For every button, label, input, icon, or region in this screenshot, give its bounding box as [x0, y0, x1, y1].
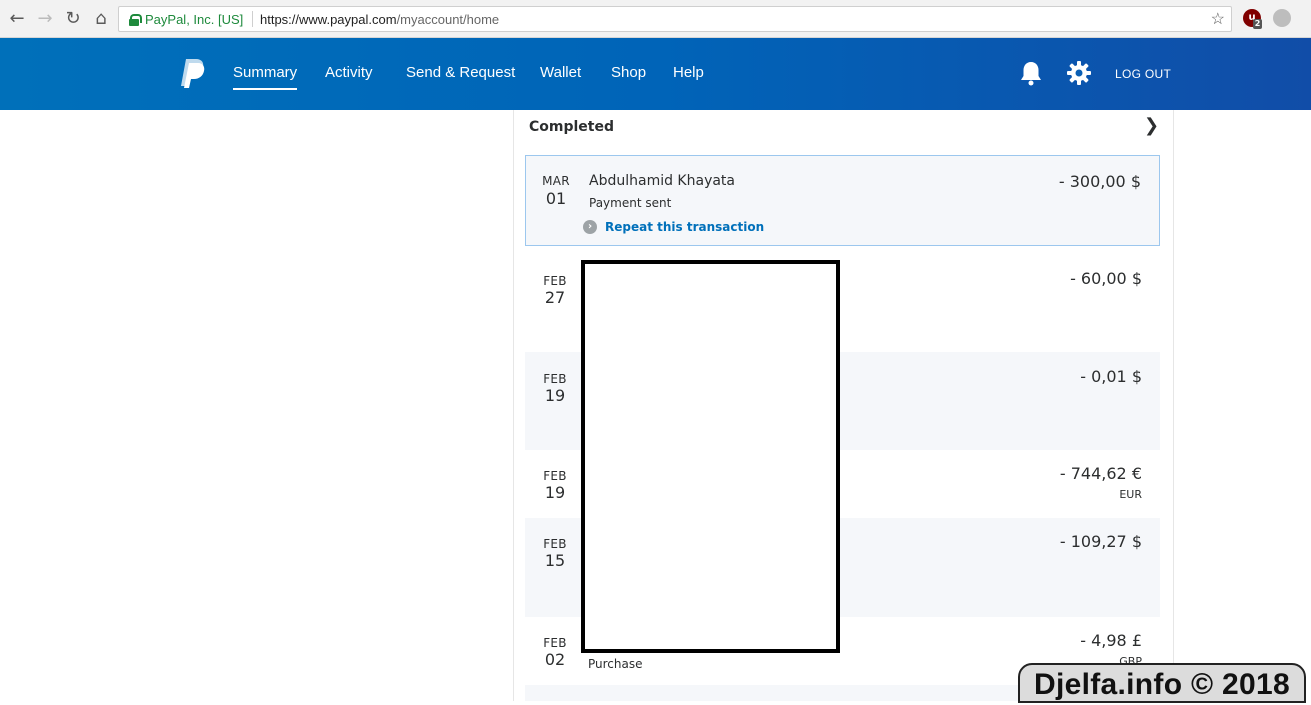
tx-month: FEB	[543, 372, 567, 386]
redaction-box	[581, 260, 840, 653]
repeat-transaction-label: Repeat this transaction	[605, 220, 765, 234]
nav-activity[interactable]: Activity	[325, 64, 373, 81]
repeat-transaction-link[interactable]: › Repeat this transaction	[583, 220, 764, 234]
tx-day: 15	[544, 551, 566, 570]
chevron-right-icon[interactable]: ❯	[1144, 115, 1159, 136]
browser-toolbar: ← → ↻ ⌂ PayPal, Inc. [US] https://www.pa…	[0, 0, 1311, 38]
tx-day: 02	[544, 650, 566, 669]
logout-link[interactable]: LOG OUT	[1115, 67, 1171, 81]
lock-icon	[129, 13, 142, 26]
ublock-extension-icon[interactable]: u2	[1243, 9, 1262, 29]
bookmark-star-icon[interactable]: ☆	[1211, 9, 1225, 29]
tx-month: FEB	[543, 537, 567, 551]
nav-wallet[interactable]: Wallet	[540, 64, 581, 81]
tx-name: Abdulhamid Khayata	[589, 173, 735, 189]
tx-amount: - 60,00 $	[1070, 269, 1142, 288]
extension-badge: 2	[1253, 19, 1262, 29]
paypal-logo-icon[interactable]	[178, 57, 206, 89]
nav-send-request[interactable]: Send & Request	[406, 64, 515, 81]
settings-gear-icon[interactable]	[1066, 60, 1092, 86]
main-content: Completed ❯ MAR 01 Abdulhamid Khayata Pa…	[0, 110, 1311, 701]
url-host: https://www.paypal.com	[260, 12, 397, 27]
reload-icon[interactable]: ↻	[62, 8, 84, 30]
section-title: Completed	[529, 119, 615, 135]
tx-amount: - 0,01 $	[1080, 367, 1142, 386]
url-text[interactable]: https://www.paypal.com/myaccount/home	[260, 12, 499, 27]
chevron-right-circle-icon: ›	[583, 220, 597, 234]
tx-amount: - 109,27 $	[1059, 532, 1142, 551]
tx-month: FEB	[543, 636, 567, 650]
tx-type: Purchase	[588, 657, 643, 671]
tx-day: 19	[544, 483, 566, 502]
forward-icon[interactable]: →	[34, 8, 56, 30]
nav-summary[interactable]: Summary	[233, 64, 298, 90]
tx-month: MAR	[542, 174, 570, 188]
paypal-header: Summary Activity Send & Request Wallet S…	[0, 38, 1311, 110]
extension-icon[interactable]	[1273, 9, 1291, 27]
secure-indicator[interactable]: PayPal, Inc. [US]	[129, 12, 243, 27]
tx-amount: - 300,00 $	[1058, 172, 1141, 191]
tx-day: 19	[544, 386, 566, 405]
tx-amount: - 4,98 £	[1080, 631, 1142, 650]
tx-day: 01	[545, 189, 567, 208]
address-divider	[252, 11, 253, 27]
transaction-row[interactable]: MAR 01 Abdulhamid Khayata Payment sent -…	[525, 155, 1160, 246]
home-icon[interactable]: ⌂	[90, 8, 112, 30]
site-identity: PayPal, Inc. [US]	[145, 12, 244, 27]
tx-month: FEB	[543, 274, 567, 288]
watermark: Djelfa.info © 2018	[1018, 663, 1306, 703]
url-path: /myaccount/home	[396, 12, 500, 27]
tx-type: Payment sent	[589, 196, 672, 210]
tx-day: 27	[544, 288, 566, 307]
nav-shop[interactable]: Shop	[611, 64, 646, 81]
notifications-bell-icon[interactable]	[1019, 60, 1043, 86]
address-bar[interactable]: PayPal, Inc. [US] https://www.paypal.com…	[118, 6, 1232, 32]
back-icon[interactable]: ←	[6, 8, 28, 30]
tx-amount: - 744,62 €	[1059, 464, 1142, 483]
tx-month: FEB	[543, 469, 567, 483]
tx-currency: EUR	[1119, 488, 1142, 501]
nav-help[interactable]: Help	[673, 64, 704, 81]
